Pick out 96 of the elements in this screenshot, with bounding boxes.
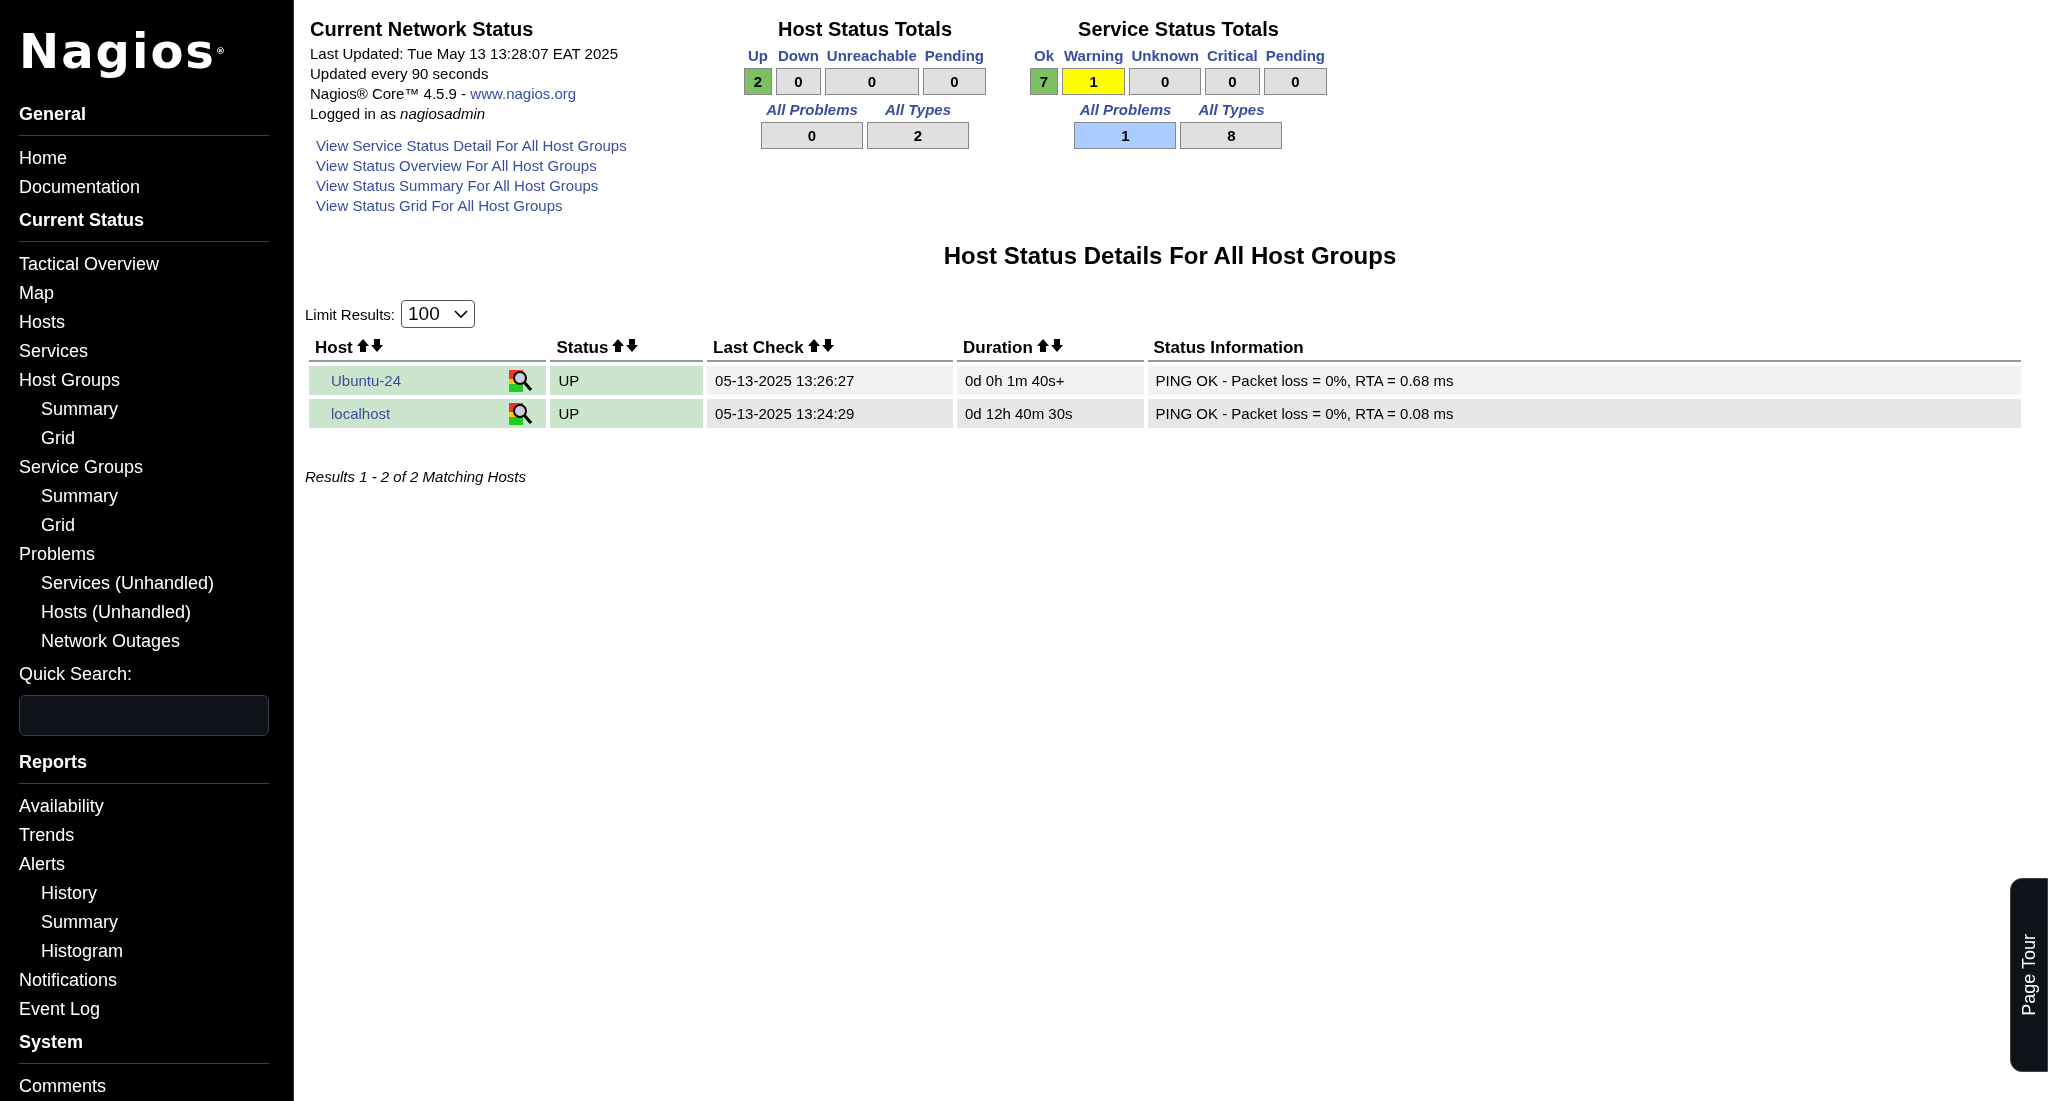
section-heading: General — [19, 100, 269, 136]
page-tour-button[interactable]: Page Tour — [2010, 878, 2048, 1072]
status-link[interactable]: Pending — [922, 47, 987, 64]
nav-link[interactable]: Summary — [19, 908, 269, 937]
status-link[interactable]: Unreachable — [824, 47, 919, 64]
column-header[interactable]: Duration — [956, 336, 1144, 362]
count-cell[interactable]: 0 — [761, 122, 863, 149]
status-link[interactable]: Up — [744, 47, 772, 64]
nav-link[interactable]: Services (Unhandled) — [19, 569, 269, 598]
table-cell: 0d 12h 40m 30s — [956, 399, 1144, 428]
count-cell[interactable]: 1 — [1074, 122, 1177, 149]
nav-link[interactable]: Services — [19, 337, 269, 366]
nav-link[interactable]: History — [19, 879, 269, 908]
count-cell[interactable]: 0 — [1263, 68, 1327, 95]
count-cell[interactable]: 0 — [776, 68, 821, 95]
website-link[interactable]: www.nagios.org — [470, 85, 577, 102]
nav-link[interactable]: Map — [19, 279, 269, 308]
column-header[interactable]: Host — [309, 336, 547, 362]
magnifier-chart-icon[interactable] — [508, 401, 533, 426]
nav-link[interactable]: Problems — [19, 540, 269, 569]
host-link[interactable]: localhost — [331, 405, 391, 422]
limit-dropdown[interactable]: 100 — [401, 300, 475, 328]
sort-arrows-icon[interactable] — [807, 338, 834, 354]
view-link[interactable]: View Status Summary For All Host Groups — [316, 176, 750, 196]
status-cell: UP — [550, 366, 704, 395]
host-link[interactable]: Ubuntu-24 — [331, 372, 402, 389]
column-header[interactable]: Last Check — [707, 336, 953, 362]
nav-link[interactable]: Documentation — [19, 173, 269, 202]
page-title: Current Network Status — [310, 18, 535, 41]
limit-label: Limit Results: — [305, 305, 396, 323]
nav-link[interactable]: Home — [19, 144, 269, 173]
sort-arrows-icon[interactable] — [1036, 338, 1063, 354]
column-header[interactable]: Status — [550, 336, 704, 362]
count-cell[interactable]: 1 — [1062, 68, 1126, 95]
nav-link[interactable]: Event Log — [19, 995, 269, 1024]
nav-link[interactable]: Hosts (Unhandled) — [19, 598, 269, 627]
nav-link[interactable]: Hosts — [19, 308, 269, 337]
nav-link[interactable]: Alerts — [19, 850, 269, 879]
panel-title: Service Status Totals — [1078, 18, 1279, 41]
search-label: Quick Search: — [19, 663, 134, 686]
status-link[interactable]: Ok — [1030, 47, 1058, 64]
count-cell[interactable]: 2 — [867, 122, 969, 149]
view-link[interactable]: View Service Status Detail For All Host Groups — [316, 136, 750, 156]
nav-link[interactable]: Tactical Overview — [19, 250, 269, 279]
nav-link[interactable]: Histogram — [19, 937, 269, 966]
status-link[interactable]: All Types — [1180, 101, 1283, 118]
section-heading: System — [19, 1028, 269, 1064]
count-cell[interactable]: 8 — [1180, 122, 1283, 149]
status-link[interactable]: All Problems — [761, 101, 863, 118]
section-heading: Reports — [19, 748, 269, 784]
search-field[interactable] — [19, 695, 269, 736]
sort-arrows-icon[interactable] — [356, 338, 383, 354]
nav-link[interactable]: Service Groups — [19, 453, 269, 482]
nav-link[interactable]: Grid — [19, 424, 269, 453]
status-link[interactable]: Critical — [1204, 47, 1260, 64]
nav-link[interactable]: Notifications — [19, 966, 269, 995]
status-link[interactable]: Down — [776, 47, 821, 64]
count-cell[interactable]: 0 — [824, 68, 919, 95]
sort-arrows-icon[interactable] — [612, 338, 639, 354]
count-cell[interactable]: 0 — [1129, 68, 1201, 95]
login-text: Logged in as nagiosadmin — [310, 104, 487, 124]
nagios-logo[interactable]: Nagios$^{®}$ — [19, 22, 225, 80]
count-cell[interactable]: 2 — [744, 68, 772, 95]
results-text: Results 1 - 2 of 2 Matching Hosts — [305, 468, 526, 485]
status-cell: UP — [550, 399, 704, 428]
status-link[interactable]: All Types — [867, 101, 969, 118]
nav-link[interactable]: Host Groups — [19, 366, 269, 395]
nav-link[interactable]: Summary — [19, 395, 269, 424]
nav-link[interactable]: Grid — [19, 511, 269, 540]
last-updated-text: Last Updated: Tue May 13 13:28:07 EAT 2025 — [310, 44, 619, 64]
table-cell: 05-13-2025 13:26:27 — [707, 366, 953, 395]
magnifier-chart-icon[interactable] — [508, 368, 533, 393]
refresh-text: Updated every 90 seconds — [310, 64, 490, 84]
status-link[interactable]: Pending — [1263, 47, 1327, 64]
section-heading: Current Status — [19, 206, 269, 242]
nav-link[interactable]: Network Outages — [19, 627, 269, 656]
view-link[interactable]: View Status Grid For All Host Groups — [316, 196, 750, 216]
table-cell: 05-13-2025 13:24:29 — [707, 399, 953, 428]
column-header: Status Information — [1147, 336, 2021, 362]
section-title: Host Status Details For All Host Groups — [942, 242, 1398, 270]
table-cell: 0d 0h 1m 40s+ — [956, 366, 1144, 395]
table-cell: PING OK - Packet loss = 0%, RTA = 0.68 ms — [1147, 366, 2021, 395]
view-link[interactable]: View Status Overview For All Host Groups — [316, 156, 750, 176]
count-cell[interactable]: 0 — [922, 68, 987, 95]
table-cell: PING OK - Packet loss = 0%, RTA = 0.08 ms — [1147, 399, 2021, 428]
status-link[interactable]: Unknown — [1129, 47, 1201, 64]
count-cell[interactable]: 0 — [1204, 68, 1260, 95]
nav-link[interactable]: Comments — [19, 1072, 269, 1101]
nav-link[interactable]: Summary — [19, 482, 269, 511]
panel-title: Host Status Totals — [777, 18, 953, 41]
nav-link[interactable]: Availability — [19, 792, 269, 821]
nav-link[interactable]: Trends — [19, 821, 269, 850]
status-link[interactable]: Warning — [1062, 47, 1126, 64]
count-cell[interactable]: 7 — [1030, 68, 1058, 95]
chevron-down-icon — [453, 309, 468, 319]
status-link[interactable]: All Problems — [1074, 101, 1177, 118]
